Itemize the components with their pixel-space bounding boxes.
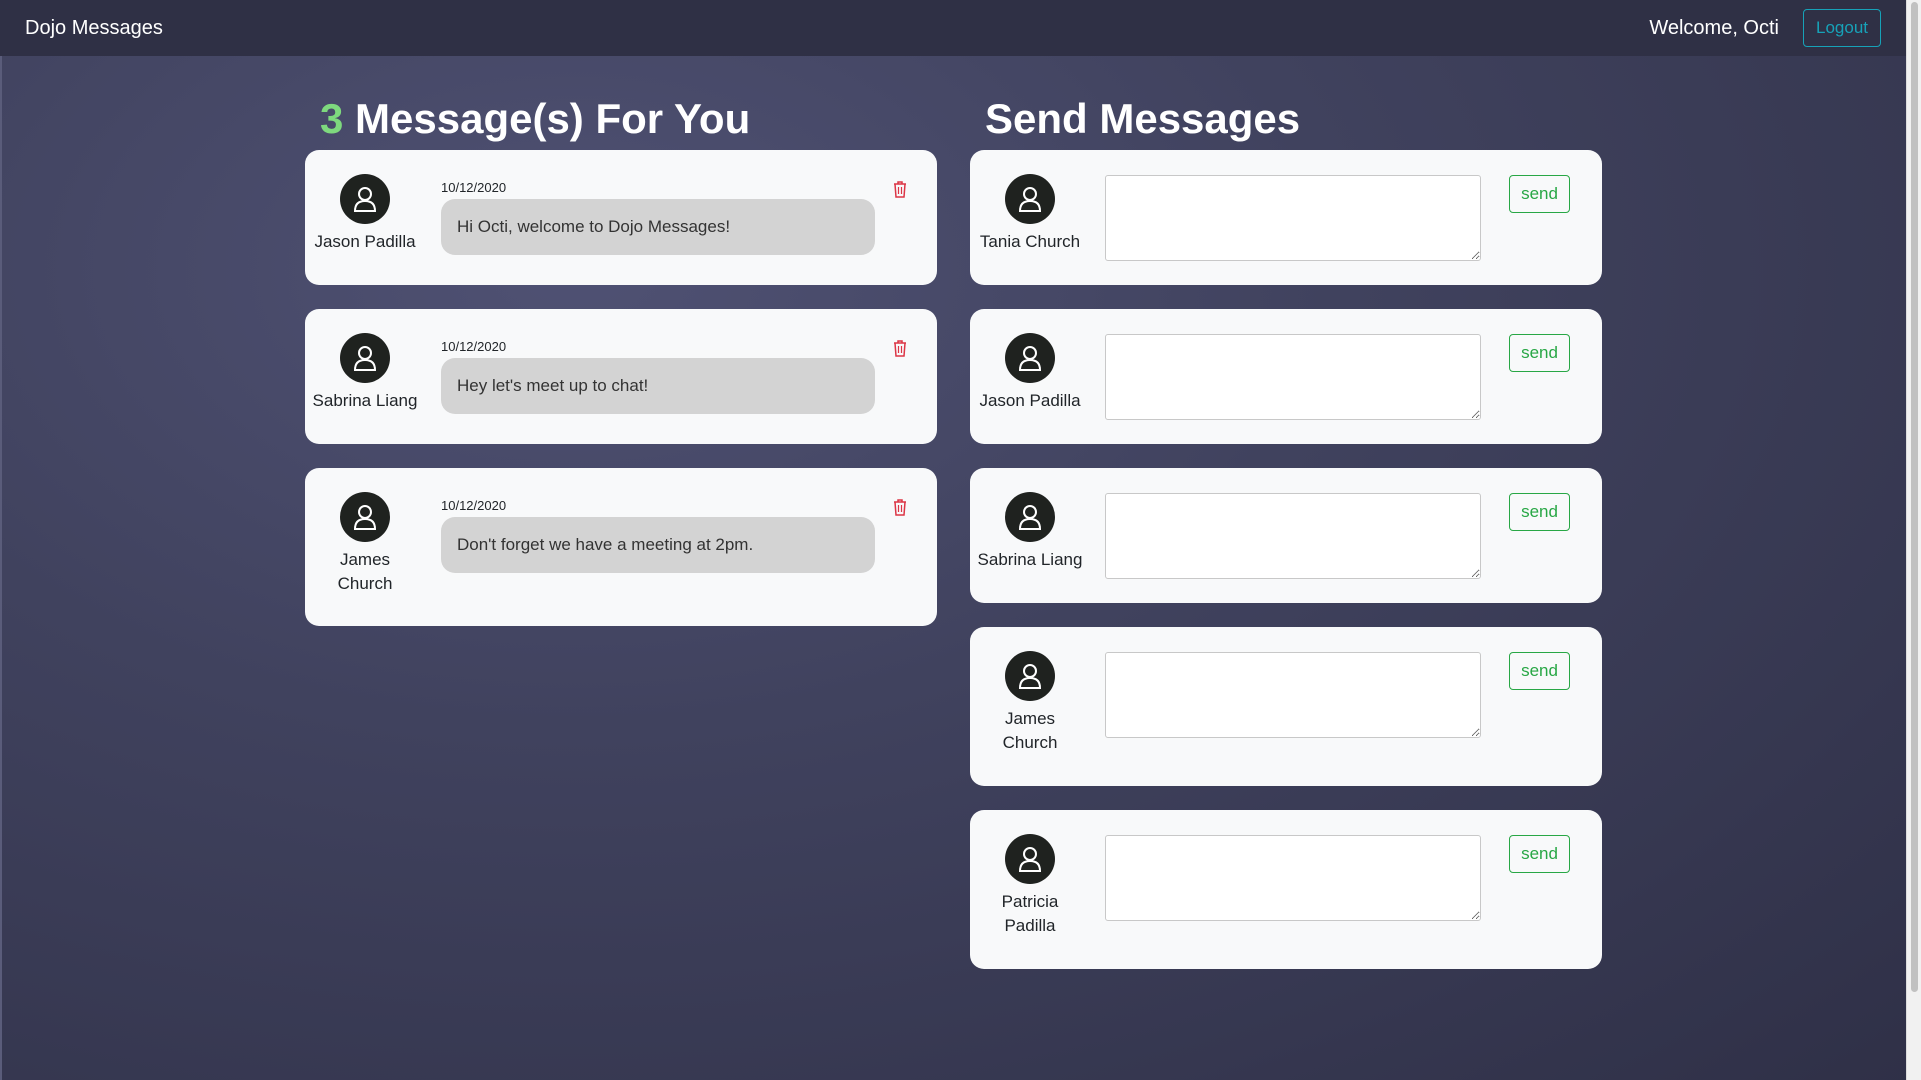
inbox-title-text: Message(s) For You bbox=[343, 95, 751, 142]
message-bubble: Hey let's meet up to chat! bbox=[441, 358, 875, 414]
inbox-title: 3 Message(s) For You bbox=[305, 92, 937, 150]
recipient-name: James Church bbox=[1002, 709, 1058, 752]
logout-button[interactable]: Logout bbox=[1803, 9, 1881, 47]
message-textarea[interactable] bbox=[1105, 334, 1481, 420]
page-scrollbar[interactable] bbox=[1906, 0, 1921, 1080]
message-textarea[interactable] bbox=[1105, 652, 1481, 738]
navbar: Dojo Messages Welcome, Octi Logout bbox=[0, 0, 1906, 56]
message-count: 3 bbox=[320, 95, 344, 142]
message-sender: Jason Padilla bbox=[305, 174, 425, 254]
person-icon bbox=[1005, 834, 1055, 884]
recipient-name: Jason Padilla bbox=[979, 391, 1081, 410]
send-card: James Church send bbox=[970, 627, 1602, 786]
message-sender: James Church bbox=[305, 492, 425, 596]
send-section: Send Messages Tania Church send Jason Pa… bbox=[970, 92, 1602, 993]
brand-title[interactable]: Dojo Messages bbox=[25, 17, 163, 40]
send-button[interactable]: send bbox=[1509, 334, 1570, 372]
person-icon bbox=[340, 174, 390, 224]
message-date: 10/12/2020 bbox=[441, 180, 507, 195]
inbox-section: 3 Message(s) For You Jason Padilla 10/12… bbox=[305, 92, 937, 650]
send-button[interactable]: send bbox=[1509, 493, 1570, 531]
recipient: Tania Church bbox=[970, 174, 1090, 254]
message-date: 10/12/2020 bbox=[441, 339, 507, 354]
send-card: Sabrina Liang send bbox=[970, 468, 1602, 603]
message-bubble: Hi Octi, welcome to Dojo Messages! bbox=[441, 199, 875, 255]
sender-name: Jason Padilla bbox=[314, 232, 416, 251]
send-card: Jason Padilla send bbox=[970, 309, 1602, 444]
nav-right: Welcome, Octi Logout bbox=[1649, 9, 1881, 47]
recipient: Patricia Padilla bbox=[970, 834, 1090, 938]
recipient-name: Sabrina Liang bbox=[977, 550, 1083, 569]
message-textarea[interactable] bbox=[1105, 493, 1481, 579]
trash-icon[interactable] bbox=[892, 180, 908, 198]
message-card: Jason Padilla 10/12/2020 Hi Octi, welcom… bbox=[305, 150, 937, 285]
recipient: James Church bbox=[970, 651, 1090, 755]
recipient: Sabrina Liang bbox=[970, 492, 1090, 572]
send-title: Send Messages bbox=[985, 95, 1301, 142]
scrollbar-thumb[interactable] bbox=[1911, 2, 1918, 992]
person-icon bbox=[1005, 174, 1055, 224]
trash-icon[interactable] bbox=[892, 498, 908, 516]
send-card: Patricia Padilla send bbox=[970, 810, 1602, 969]
message-card: Sabrina Liang 10/12/2020 Hey let's meet … bbox=[305, 309, 937, 444]
sender-name: Sabrina Liang bbox=[312, 391, 418, 410]
message-textarea[interactable] bbox=[1105, 835, 1481, 921]
page-edge bbox=[0, 56, 2, 1080]
message-textarea[interactable] bbox=[1105, 175, 1481, 261]
send-button[interactable]: send bbox=[1509, 652, 1570, 690]
message-date: 10/12/2020 bbox=[441, 498, 507, 513]
person-icon bbox=[1005, 492, 1055, 542]
person-icon bbox=[1005, 651, 1055, 701]
recipient-name: Patricia Padilla bbox=[1001, 892, 1059, 935]
send-button[interactable]: send bbox=[1509, 175, 1570, 213]
recipient-name: Tania Church bbox=[979, 232, 1081, 251]
welcome-text: Welcome, Octi bbox=[1649, 16, 1779, 39]
recipient: Jason Padilla bbox=[970, 333, 1090, 413]
trash-icon[interactable] bbox=[892, 339, 908, 357]
person-icon bbox=[340, 333, 390, 383]
message-bubble: Don't forget we have a meeting at 2pm. bbox=[441, 517, 875, 573]
send-card: Tania Church send bbox=[970, 150, 1602, 285]
send-button[interactable]: send bbox=[1509, 835, 1570, 873]
message-sender: Sabrina Liang bbox=[305, 333, 425, 413]
message-card: James Church 10/12/2020 Don't forget we … bbox=[305, 468, 937, 626]
person-icon bbox=[1005, 333, 1055, 383]
sender-name: James Church bbox=[337, 550, 393, 593]
person-icon bbox=[340, 492, 390, 542]
